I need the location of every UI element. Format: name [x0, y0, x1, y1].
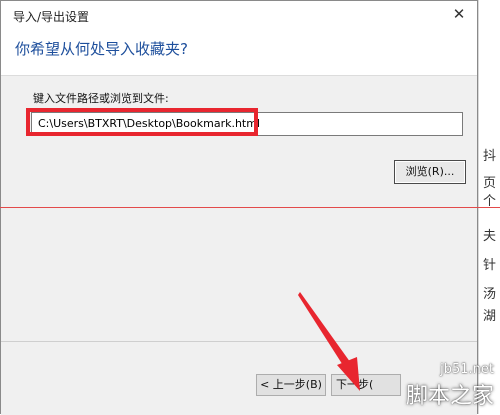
dialog-title: 导入/导出设置 [13, 10, 90, 24]
background-text: 湖 [483, 309, 497, 324]
background-text: 抖 [483, 149, 497, 164]
dialog-header: 你希望从何处导入收藏夹? [1, 29, 477, 75]
previous-button[interactable]: < 上一步(B) [256, 374, 326, 396]
dialog-content: 键入文件路径或浏览到文件: C:\Users\BTXRT\Desktop\Boo… [1, 75, 477, 342]
background-text: 夫 [483, 229, 497, 244]
title-bar: 导入/导出设置 ✕ [1, 1, 477, 29]
annotation-guide-line [0, 207, 500, 208]
file-path-input[interactable]: C:\Users\BTXRT\Desktop\Bookmark.html [31, 112, 463, 136]
close-icon[interactable]: ✕ [447, 3, 471, 25]
path-label: 键入文件路径或浏览到文件: [33, 92, 169, 105]
next-button[interactable]: 下一步( [331, 374, 401, 396]
dialog-footer: < 上一步(B) 下一步( [1, 342, 477, 415]
background-text: 针 [483, 258, 497, 273]
background-text: 汤 [483, 287, 497, 302]
browse-button[interactable]: 浏览(R)... [394, 160, 466, 184]
background-text: 页 [483, 176, 497, 191]
page-heading: 你希望从何处导入收藏夹? [15, 40, 188, 58]
